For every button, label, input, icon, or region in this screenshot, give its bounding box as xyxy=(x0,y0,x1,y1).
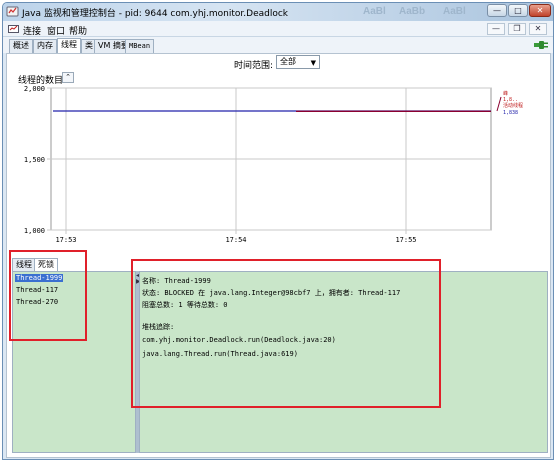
x-tick-label: 17:54 xyxy=(225,236,246,242)
window-title: Java 监视和管理控制台 - pid: 9644 com.yhj.monito… xyxy=(22,9,289,19)
connected-plug-icon xyxy=(534,41,548,49)
background-ghost-text: AaBb xyxy=(399,6,426,17)
inner-restore-button[interactable]: ❐ xyxy=(508,23,526,35)
tab-threads[interactable]: 线程 xyxy=(57,38,81,53)
y-tick-label: 2,000 xyxy=(24,85,45,93)
y-tick-label: 1,000 xyxy=(24,227,45,235)
y-tick-label: 1,500 xyxy=(24,156,45,164)
highlight-box-thread-list xyxy=(9,250,87,341)
tab-overview[interactable]: 概述 xyxy=(9,39,33,53)
legend-peak-label: 峰 xyxy=(503,90,508,97)
legend-live-label: 活动线程 xyxy=(503,102,523,109)
minimize-button[interactable]: — xyxy=(487,4,507,17)
x-tick-label: 17:53 xyxy=(55,236,76,242)
time-range-select[interactable]: 全部 ▼ xyxy=(276,55,320,69)
chevron-down-icon: ▼ xyxy=(310,59,316,67)
time-range-label: 时间范围: xyxy=(234,61,274,71)
thread-count-chart: 2,0001,5001,00017:53 17:54 17:55峰1,8..活动线程… xyxy=(24,85,523,242)
menu-connect[interactable]: 连接 xyxy=(23,24,41,37)
connection-icon xyxy=(8,25,19,33)
x-tick-label: 17:55 xyxy=(395,236,416,242)
inner-close-button[interactable]: ✕ xyxy=(529,23,547,35)
menu-window[interactable]: 窗口 xyxy=(47,24,65,37)
legend-live-value: 1,838 xyxy=(503,110,518,116)
background-ghost-text: AaBl xyxy=(363,6,386,17)
tab-memory[interactable]: 内存 xyxy=(33,39,57,53)
title-bar: Java 监视和管理控制台 - pid: 9644 com.yhj.monito… xyxy=(3,3,553,21)
close-button[interactable]: ✕ xyxy=(529,4,551,17)
tab-mbean[interactable]: MBean xyxy=(125,39,155,53)
menu-bar: 连接 窗口 帮助 — ❐ ✕ xyxy=(3,21,553,37)
inner-minimize-button[interactable]: — xyxy=(487,23,505,35)
menu-help[interactable]: 帮助 xyxy=(69,24,87,37)
maximize-button[interactable]: □ xyxy=(508,4,528,17)
legend-pointer-line xyxy=(496,96,502,112)
main-tab-bar: 概述 内存 线程 类 VM 摘要 MBean xyxy=(3,37,553,53)
background-ghost-text: AaBl xyxy=(443,6,466,17)
java-app-icon xyxy=(6,6,19,17)
highlight-box-details xyxy=(131,259,441,408)
time-range-value: 全部 xyxy=(280,57,296,66)
